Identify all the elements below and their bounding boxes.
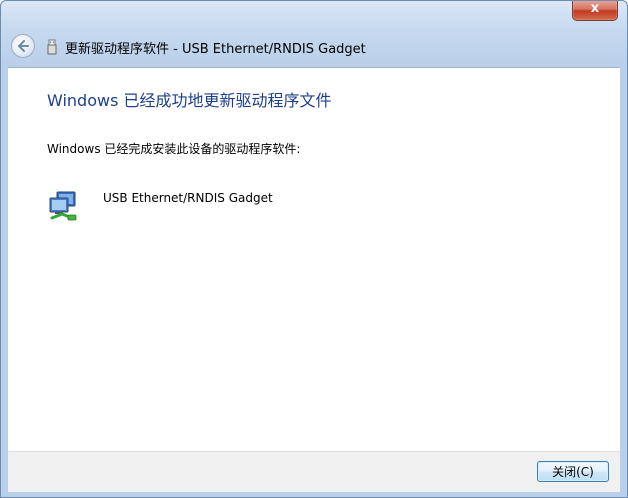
nav-bar: 更新驱动程序软件 - USB Ethernet/RNDIS Gadget	[1, 29, 627, 67]
footer-bar: 关闭(C)	[8, 451, 620, 492]
dialog-window: x 更新驱动程序软件 - USB Ethernet/RNDIS Gadget W…	[0, 0, 628, 498]
wizard-title: 更新驱动程序软件 - USB Ethernet/RNDIS Gadget	[65, 42, 366, 57]
close-button[interactable]: 关闭(C)	[537, 461, 609, 482]
device-name: USB Ethernet/RNDIS Gadget	[103, 191, 273, 205]
content-area: Windows 已经成功地更新驱动程序文件 Windows 已经完成安装此设备的…	[8, 67, 620, 452]
back-button[interactable]	[11, 34, 35, 58]
status-message: Windows 已经完成安装此设备的驱动程序软件:	[47, 142, 301, 156]
network-adapter-icon	[49, 191, 77, 221]
page-heading: Windows 已经成功地更新驱动程序文件	[47, 91, 332, 110]
back-arrow-icon	[18, 40, 29, 52]
window-close-button[interactable]: x	[572, 1, 618, 21]
usb-device-icon	[47, 39, 57, 55]
close-icon: x	[590, 1, 600, 16]
